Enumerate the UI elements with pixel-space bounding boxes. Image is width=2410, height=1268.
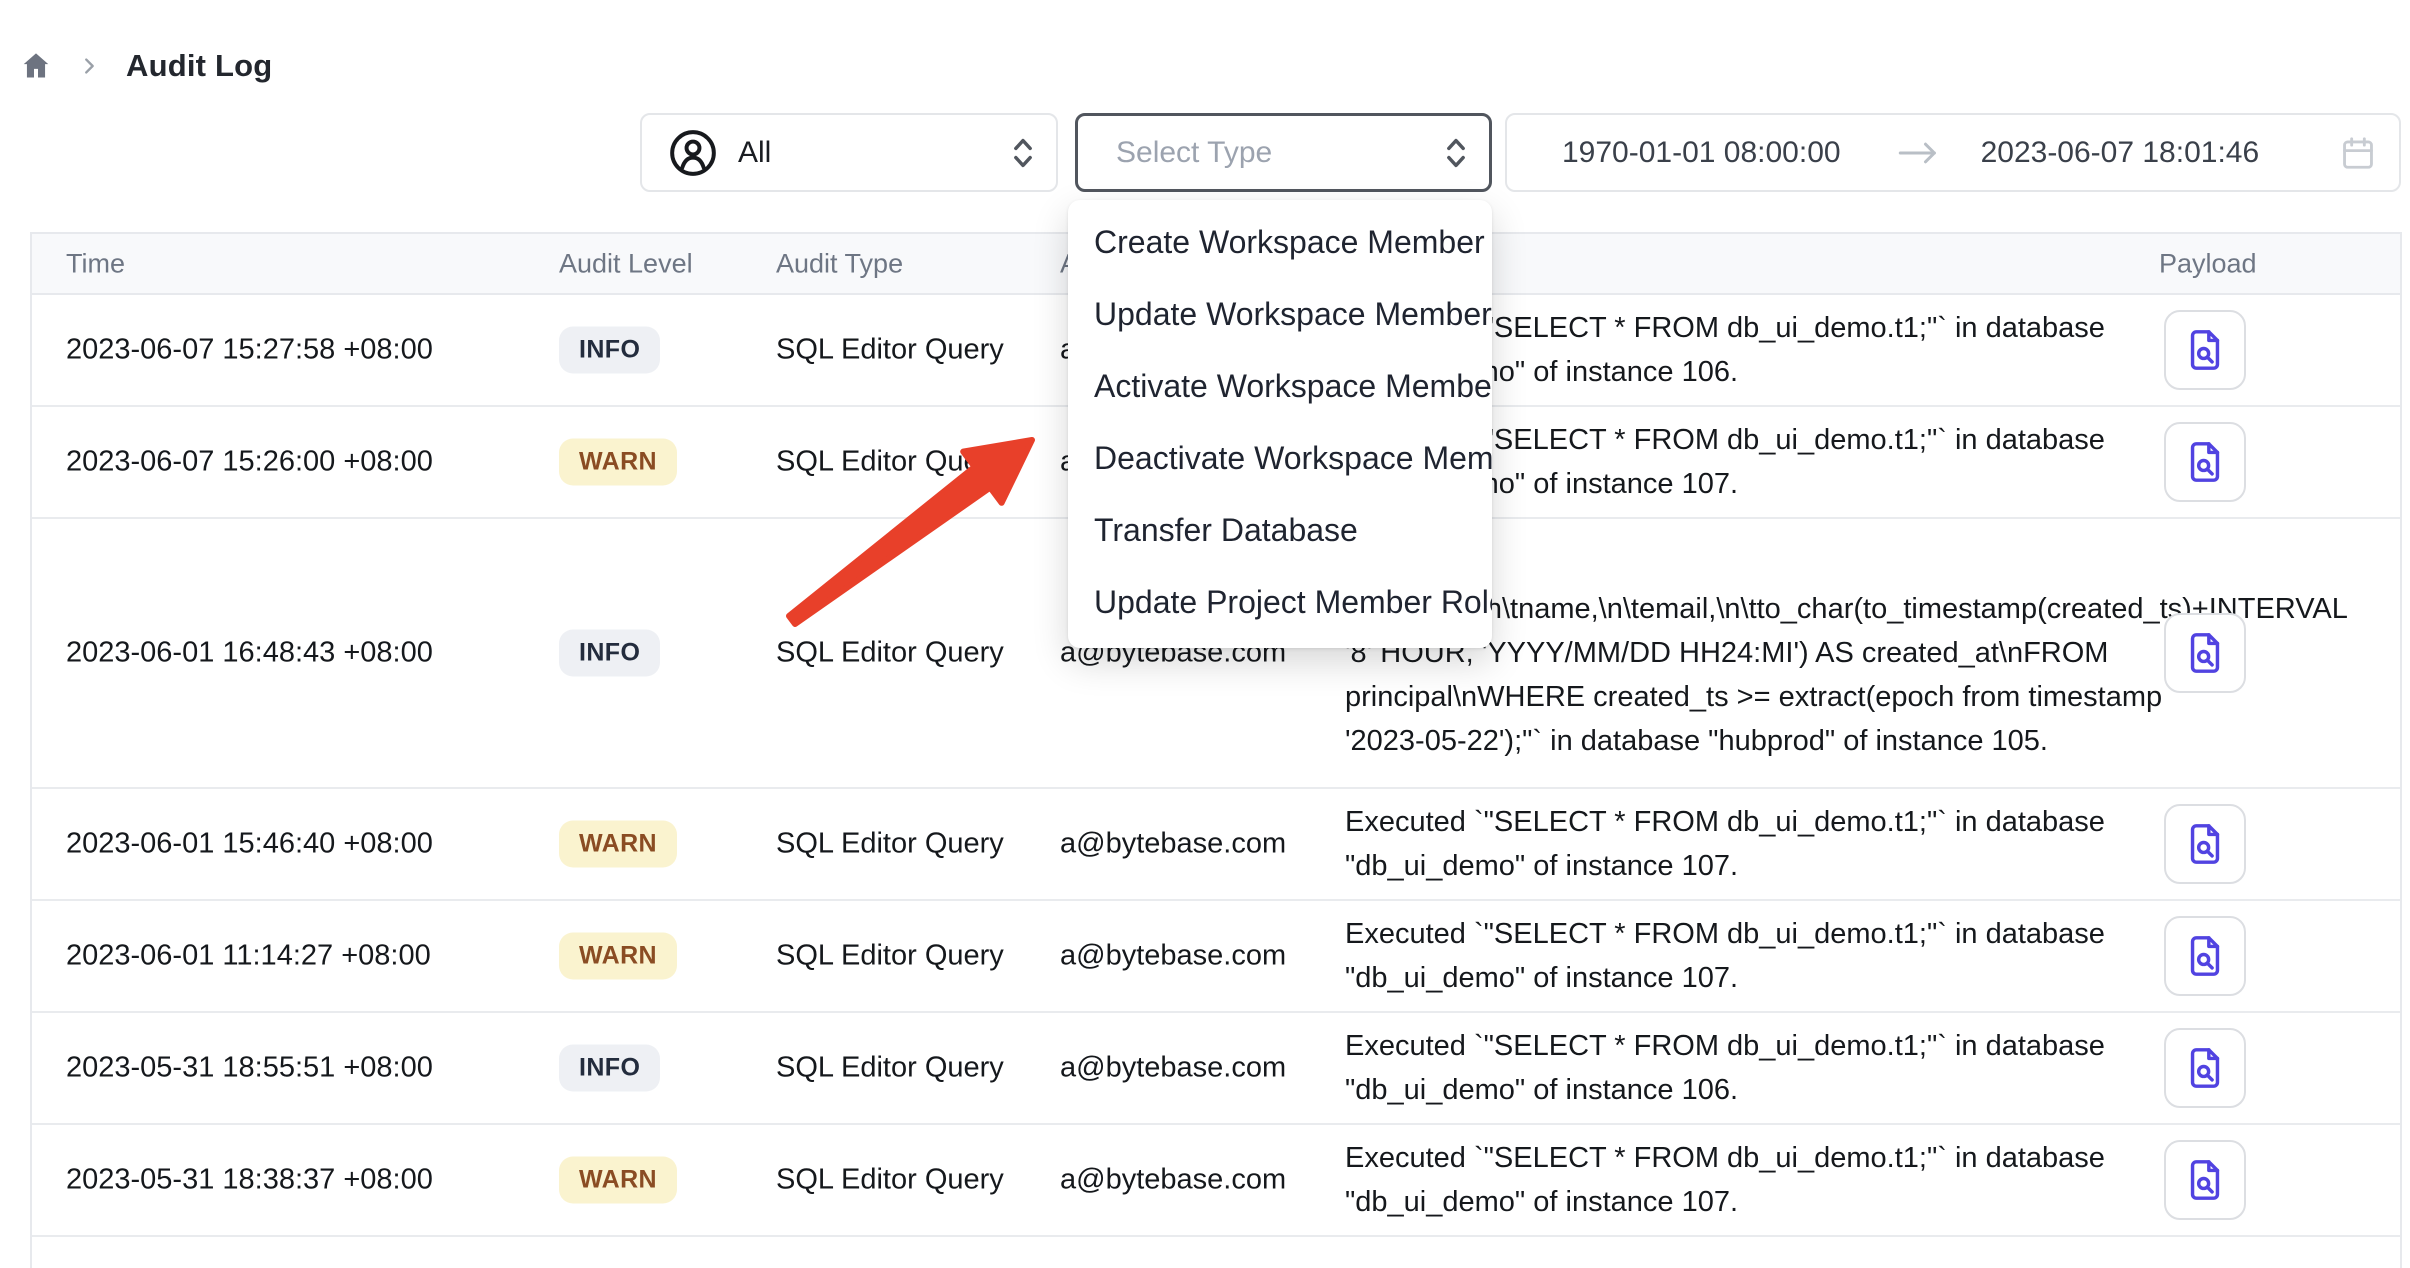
- audit-type: SQL Editor Query: [776, 637, 1004, 670]
- table-row: 2023-06-01 15:46:40 +08:00 WARN SQL Edit…: [32, 789, 2400, 901]
- audit-actor: a@bytebase.com: [1060, 1164, 1286, 1197]
- audit-actor: a@bytebase.com: [1060, 1052, 1286, 1085]
- audit-level-badge: INFO: [559, 1045, 660, 1092]
- audit-time: 2023-06-07 15:27:58 +08:00: [66, 334, 433, 367]
- audit-time: 2023-06-01 16:48:43 +08:00: [66, 637, 433, 670]
- table-row: 2023-06-01 11:14:27 +08:00 WARN SQL Edit…: [32, 901, 2400, 1013]
- column-header-payload: Payload: [2159, 248, 2257, 279]
- document-search-icon: [2182, 1045, 2228, 1091]
- audit-time: 2023-06-07 15:26:00 +08:00: [66, 446, 433, 479]
- type-filter-select[interactable]: Select Type: [1075, 113, 1492, 192]
- audit-time: 2023-06-01 11:14:27 +08:00: [66, 940, 431, 973]
- document-search-icon: [2182, 821, 2228, 867]
- audit-level-badge: WARN: [559, 821, 677, 868]
- type-dropdown-menu: Create Workspace Member Update Workspace…: [1068, 200, 1492, 648]
- document-search-icon: [2182, 630, 2228, 676]
- page-title: Audit Log: [126, 48, 272, 84]
- actor-filter-value: All: [738, 136, 1010, 170]
- document-search-icon: [2182, 933, 2228, 979]
- type-filter-placeholder: Select Type: [1116, 136, 1443, 170]
- audit-time: 2023-06-01 15:46:40 +08:00: [66, 828, 433, 861]
- menu-item-transfer-database[interactable]: Transfer Database: [1068, 494, 1492, 566]
- chevron-right-icon: [78, 55, 100, 77]
- calendar-icon[interactable]: [2339, 134, 2377, 172]
- column-header-type: Audit Type: [776, 248, 903, 279]
- audit-level-badge: WARN: [559, 439, 677, 486]
- breadcrumb: Audit Log: [20, 44, 272, 88]
- menu-item-create-workspace-member[interactable]: Create Workspace Member: [1068, 206, 1492, 278]
- user-circle-icon: [668, 128, 718, 178]
- menu-item-update-project-member-role[interactable]: Update Project Member Role: [1068, 566, 1492, 638]
- audit-type: SQL Editor Query: [776, 446, 1004, 479]
- table-row: [32, 1237, 2400, 1257]
- payload-view-button[interactable]: [2164, 422, 2246, 502]
- audit-level-badge: INFO: [559, 630, 660, 677]
- column-header-level: Audit Level: [559, 248, 693, 279]
- audit-actor: a@bytebase.com: [1060, 828, 1286, 861]
- document-search-icon: [2182, 439, 2228, 485]
- audit-comment: Executed `"SELECT * FROM db_ui_demo.t1;"…: [1345, 800, 2175, 888]
- document-search-icon: [2182, 1157, 2228, 1203]
- audit-comment: Executed `"SELECT * FROM db_ui_demo.t1;"…: [1345, 1136, 2175, 1224]
- menu-item-activate-workspace-member[interactable]: Activate Workspace Member: [1068, 350, 1492, 422]
- audit-type: SQL Editor Query: [776, 1164, 1004, 1197]
- arrow-right-icon: [1897, 138, 1939, 168]
- audit-type: SQL Editor Query: [776, 940, 1004, 973]
- date-range-start[interactable]: 1970-01-01 08:00:00: [1562, 136, 1841, 170]
- updown-chevrons-icon: [1010, 136, 1036, 170]
- audit-actor: a@bytebase.com: [1060, 940, 1286, 973]
- payload-view-button[interactable]: [2164, 804, 2246, 884]
- menu-item-deactivate-workspace-member[interactable]: Deactivate Workspace Member: [1068, 422, 1492, 494]
- filter-bar: All Select Type 1970-01-01 08:00:00 2023…: [0, 113, 2410, 192]
- date-range-end[interactable]: 2023-06-07 18:01:46: [1981, 136, 2260, 170]
- audit-time: 2023-05-31 18:38:37 +08:00: [66, 1164, 433, 1197]
- table-row: 2023-05-31 18:55:51 +08:00 INFO SQL Edit…: [32, 1013, 2400, 1125]
- payload-view-button[interactable]: [2164, 916, 2246, 996]
- payload-view-button[interactable]: [2164, 1140, 2246, 1220]
- column-header-time: Time: [66, 248, 125, 279]
- menu-item-update-workspace-member[interactable]: Update Workspace Member: [1068, 278, 1492, 350]
- actor-filter-select[interactable]: All: [640, 113, 1058, 192]
- audit-type: SQL Editor Query: [776, 334, 1004, 367]
- audit-time: 2023-05-31 18:55:51 +08:00: [66, 1052, 433, 1085]
- audit-type: SQL Editor Query: [776, 828, 1004, 861]
- audit-log-page: Audit Log All Select Type 1970-01-01 08:…: [0, 0, 2410, 1268]
- payload-view-button[interactable]: [2164, 1028, 2246, 1108]
- audit-comment: Executed `"SELECT * FROM db_ui_demo.t1;"…: [1345, 912, 2175, 1000]
- audit-level-badge: WARN: [559, 1157, 677, 1204]
- payload-view-button[interactable]: [2164, 613, 2246, 693]
- audit-type: SQL Editor Query: [776, 1052, 1004, 1085]
- table-row: 2023-05-31 18:38:37 +08:00 WARN SQL Edit…: [32, 1125, 2400, 1237]
- audit-level-badge: WARN: [559, 933, 677, 980]
- document-search-icon: [2182, 327, 2228, 373]
- audit-level-badge: INFO: [559, 327, 660, 374]
- payload-view-button[interactable]: [2164, 310, 2246, 390]
- updown-chevrons-icon: [1443, 136, 1469, 170]
- audit-comment: Executed `"SELECT * FROM db_ui_demo.t1;"…: [1345, 1024, 2175, 1112]
- home-icon[interactable]: [20, 50, 52, 82]
- date-range-picker[interactable]: 1970-01-01 08:00:00 2023-06-07 18:01:46: [1505, 113, 2401, 192]
